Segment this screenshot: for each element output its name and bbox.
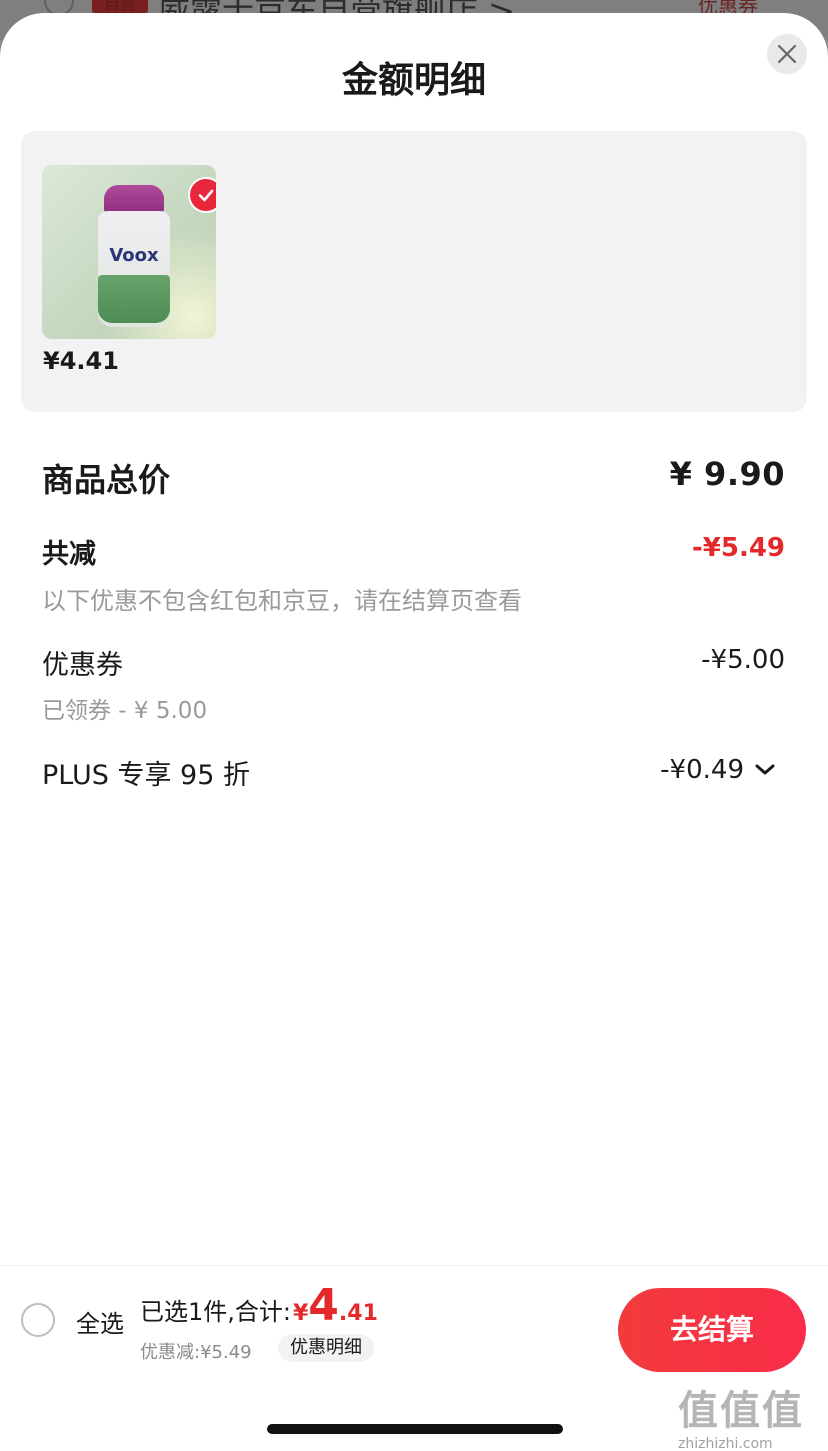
discount-detail-button[interactable]: 优惠明细: [278, 1334, 374, 1362]
coupon-label: 优惠券: [42, 650, 123, 681]
coupon-value: -¥5.00: [701, 645, 785, 675]
bottle-label-band: [98, 275, 170, 323]
total-price-label: 商品总价: [42, 461, 171, 499]
checkmark-icon: [198, 189, 214, 202]
product-image[interactable]: Voox: [42, 165, 216, 339]
watermark-url: zhizhizhi.com: [678, 1436, 773, 1451]
summary-currency: ¥: [292, 1301, 309, 1326]
select-all-label[interactable]: 全选: [76, 1304, 124, 1339]
plus-discount-row-toggle[interactable]: -¥0.49: [660, 755, 776, 785]
watermark: 值值值 zhizhizhi.com: [678, 1378, 824, 1451]
background-self-run-tag: 自营: [92, 0, 148, 14]
page: 自营 威露士京东自营旗舰店 > 优惠券 金额明细 Voox: [0, 0, 828, 1451]
bottle-logo: Voox: [109, 245, 159, 266]
summary-amount-integer: 4: [308, 1280, 339, 1331]
close-icon: [777, 44, 797, 64]
total-reduction-label: 共减: [42, 539, 96, 570]
coupon-note: 已领券 - ¥ 5.00: [42, 698, 208, 724]
chevron-down-icon: [755, 764, 775, 775]
close-button[interactable]: [767, 34, 807, 74]
home-indicator[interactable]: [267, 1424, 563, 1434]
summary-amount-decimal: .41: [338, 1301, 378, 1326]
reduction-note: 以下优惠不包含红包和京豆，请在结算页查看: [42, 587, 522, 615]
product-price: ¥4.41: [43, 347, 119, 375]
plus-discount-value: -¥0.49: [660, 755, 744, 785]
amount-detail-sheet: 金额明细 Voox ¥4.41 商品总价 ¥ 9.90 共减 -¥5.49 以下…: [0, 13, 828, 1451]
bottle-cap: [104, 185, 164, 213]
sheet-title: 金额明细: [341, 60, 486, 101]
checkout-footer: 全选 已选1件,合计: ¥ 4 .41 优惠减:¥5.49 优惠明细 去结算: [0, 1265, 828, 1372]
product-card: Voox ¥4.41: [21, 131, 807, 412]
select-all-radio[interactable]: [21, 1303, 55, 1337]
plus-discount-label: PLUS 专享 95 折: [42, 760, 250, 791]
selected-check-badge[interactable]: [188, 177, 216, 213]
selected-summary: 已选1件,合计: ¥ 4 .41: [140, 1284, 378, 1328]
checkout-button[interactable]: 去结算: [618, 1288, 806, 1372]
watermark-logo: 值值值: [678, 1388, 804, 1434]
total-reduction-value: -¥5.49: [691, 533, 785, 563]
total-price-value: ¥ 9.90: [669, 455, 785, 493]
summary-prefix: 已选1件,合计:: [140, 1298, 291, 1326]
discount-summary: 优惠减:¥5.49: [140, 1342, 252, 1363]
